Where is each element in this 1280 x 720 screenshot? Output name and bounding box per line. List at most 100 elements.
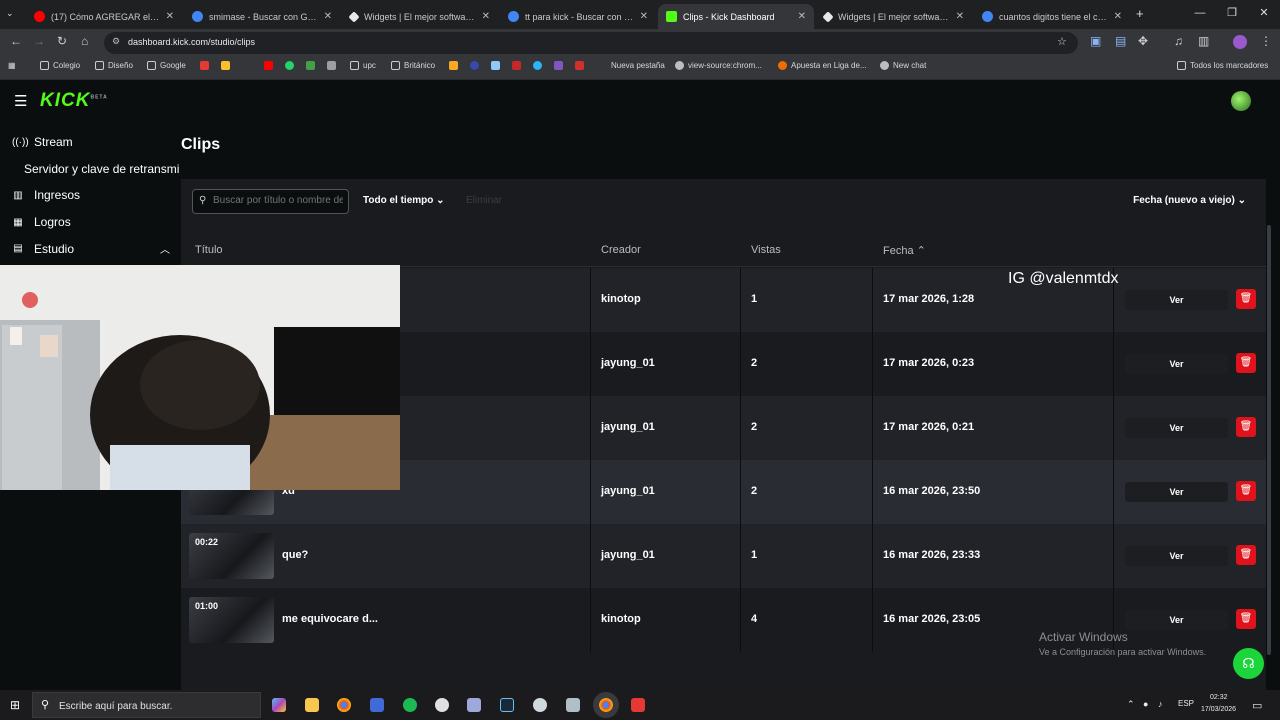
reload-icon[interactable]: ↻ — [57, 34, 67, 48]
clip-creator[interactable]: jayung_01 — [601, 485, 655, 497]
tab-search-button[interactable]: ⌄ — [6, 8, 14, 19]
copilot-icon[interactable] — [272, 698, 286, 712]
sidebar-item-estudio[interactable]: ▤ Estudio ︿ — [12, 241, 170, 257]
bookmark-af[interactable] — [327, 61, 340, 70]
sidebar-item-ingresos[interactable]: ▥ Ingresos — [12, 188, 80, 202]
chrome-icon[interactable] — [337, 698, 351, 712]
address-bar[interactable]: ⚙ dashboard.kick.com/studio/clips ☆ — [104, 32, 1078, 54]
delete-clip-button[interactable]: 🗑 — [1236, 353, 1256, 373]
page-scrollbar[interactable] — [1267, 225, 1271, 655]
table-row[interactable]: 00:22 que? jayung_01 1 16 mar 2026, 23:33 Ver… — [181, 524, 1266, 588]
close-window-icon[interactable]: ✕ — [1248, 0, 1280, 29]
app-icon-3[interactable] — [631, 698, 645, 712]
close-tab-icon[interactable]: ✕ — [956, 11, 964, 22]
file-explorer-icon[interactable] — [305, 698, 319, 712]
volume-icon[interactable]: ♪ — [1158, 699, 1163, 709]
extensions-puzzle-icon[interactable]: ✥ — [1138, 34, 1148, 48]
back-icon[interactable]: ← — [10, 34, 22, 48]
sort-dropdown[interactable]: Fecha (nuevo a viejo) ⌄ — [1133, 195, 1246, 206]
translate-icon[interactable]: ▣ — [1090, 34, 1101, 48]
browser-tab-2[interactable]: smimase - Buscar con Google ✕ — [184, 4, 340, 29]
bookmark-nueva-pestana[interactable]: Nueva pestaña — [611, 61, 665, 70]
view-clip-button[interactable]: Ver — [1125, 290, 1228, 310]
home-icon[interactable]: ⌂ — [81, 34, 88, 48]
minimize-icon[interactable]: — — [1184, 0, 1216, 29]
bookmark-diseno[interactable]: Diseño — [95, 61, 133, 70]
column-header-title[interactable]: Título — [195, 244, 223, 256]
clip-creator[interactable]: jayung_01 — [601, 357, 655, 369]
clip-creator[interactable]: kinotop — [601, 293, 641, 305]
bookmark-star-icon[interactable]: ☆ — [1057, 35, 1067, 48]
microphone-icon[interactable]: ● — [1143, 699, 1148, 709]
browser-tab-6[interactable]: Widgets | El mejor software par ✕ — [816, 4, 972, 29]
notifications-icon[interactable]: ▭ — [1252, 699, 1262, 712]
bookmark-view-source[interactable]: view-source:chrom... — [675, 61, 762, 70]
close-tab-icon[interactable]: ✕ — [482, 11, 490, 22]
app-icon-2[interactable] — [566, 698, 580, 712]
bookmark-cyan[interactable] — [491, 61, 504, 70]
hamburger-menu-icon[interactable]: ☰ — [14, 92, 27, 110]
bookmark-green[interactable] — [306, 61, 319, 70]
profile-avatar[interactable] — [1233, 35, 1247, 49]
bookmark-pencil[interactable] — [449, 61, 462, 70]
view-clip-button[interactable]: Ver — [1125, 418, 1228, 438]
bookmark-youtube[interactable] — [264, 61, 277, 70]
sidebar-item-server-key[interactable]: Servidor y clave de retransmi — [24, 162, 179, 176]
bookmark-yellow[interactable] — [221, 61, 234, 70]
support-chat-button[interactable]: ☊ — [1233, 648, 1264, 679]
close-tab-icon[interactable]: ✕ — [1114, 11, 1122, 22]
bookmark-red-2[interactable] — [512, 61, 525, 70]
view-clip-button[interactable]: Ver — [1125, 610, 1228, 630]
clip-thumbnail[interactable]: 00:22 — [189, 533, 274, 579]
bookmark-todos[interactable]: Todos los marcadores — [1177, 61, 1268, 70]
apps-grid-icon[interactable]: ▦ — [8, 61, 16, 70]
delete-clip-button[interactable]: 🗑 — [1236, 545, 1256, 565]
menu-kebab-icon[interactable]: ⋮ — [1260, 34, 1272, 48]
clip-creator[interactable]: kinotop — [601, 613, 641, 625]
close-tab-icon[interactable]: ✕ — [798, 11, 806, 22]
view-clip-button[interactable]: Ver — [1125, 482, 1228, 502]
steam-icon[interactable] — [500, 698, 514, 712]
search-field[interactable]: ⚲ — [192, 189, 349, 214]
delete-clip-button[interactable]: 🗑 — [1236, 481, 1256, 501]
language-indicator[interactable]: ESP — [1178, 699, 1194, 708]
bookmark-britanico[interactable]: Británico — [391, 61, 435, 70]
delete-clip-button[interactable]: 🗑 — [1236, 417, 1256, 437]
search-input[interactable] — [213, 195, 343, 206]
windows-start-icon[interactable]: ⊞ — [10, 698, 20, 712]
view-clip-button[interactable]: Ver — [1125, 354, 1228, 374]
clip-creator[interactable]: jayung_01 — [601, 421, 655, 433]
clip-creator[interactable]: jayung_01 — [601, 549, 655, 561]
sidebar-item-stream[interactable]: ((·)) Stream — [12, 135, 73, 149]
bookmark-multi[interactable] — [554, 61, 567, 70]
bookmark-colegio[interactable]: Colegio — [40, 61, 80, 70]
bookmark-apuesta[interactable]: Apuesta en Liga de... — [778, 61, 867, 70]
tray-chevron-icon[interactable]: ⌃ — [1127, 699, 1135, 710]
site-info-icon[interactable]: ⚙ — [112, 36, 120, 47]
store-icon[interactable] — [370, 698, 384, 712]
clip-title[interactable]: me equivocare d... — [282, 613, 378, 625]
close-tab-icon[interactable]: ✕ — [324, 11, 332, 22]
taskbar-search[interactable]: ⚲ Escribe aquí para buscar. — [32, 692, 261, 718]
bookmark-red-1[interactable] — [200, 61, 213, 70]
browser-tab-1[interactable]: (17) Cómo AGREGAR el CHAT de ✕ — [26, 4, 182, 29]
close-tab-icon[interactable]: ✕ — [166, 11, 174, 22]
obs-icon[interactable] — [435, 698, 449, 712]
browser-tab-5-active[interactable]: Clips - Kick Dashboard ✕ — [658, 4, 814, 29]
bookmark-upc[interactable]: upc — [350, 61, 376, 70]
sidebar-item-logros[interactable]: ▦ Logros — [12, 215, 70, 229]
chrome-active-icon[interactable] — [593, 692, 619, 718]
clock-date[interactable]: 17/03/2026 — [1201, 706, 1236, 713]
browser-tab-3[interactable]: Widgets | El mejor software par ✕ — [342, 4, 498, 29]
extension-icon[interactable]: ▤ — [1115, 34, 1126, 48]
browser-tab-7[interactable]: cuantos digitos tiene el cci - Bu ✕ — [974, 4, 1130, 29]
clock-time[interactable]: 02:32 — [1210, 694, 1228, 701]
column-header-creator[interactable]: Creador — [601, 244, 641, 256]
bookmark-new-chat[interactable]: New chat — [880, 61, 926, 70]
new-tab-button[interactable]: + — [1136, 6, 1144, 21]
kick-logo[interactable]: KICKBETA — [40, 90, 108, 112]
column-header-date[interactable]: Fecha ⌃ — [883, 244, 926, 257]
bookmark-blue-circle[interactable] — [470, 61, 483, 70]
delete-clip-button[interactable]: 🗑 — [1236, 289, 1256, 309]
app-icon[interactable] — [467, 698, 481, 712]
